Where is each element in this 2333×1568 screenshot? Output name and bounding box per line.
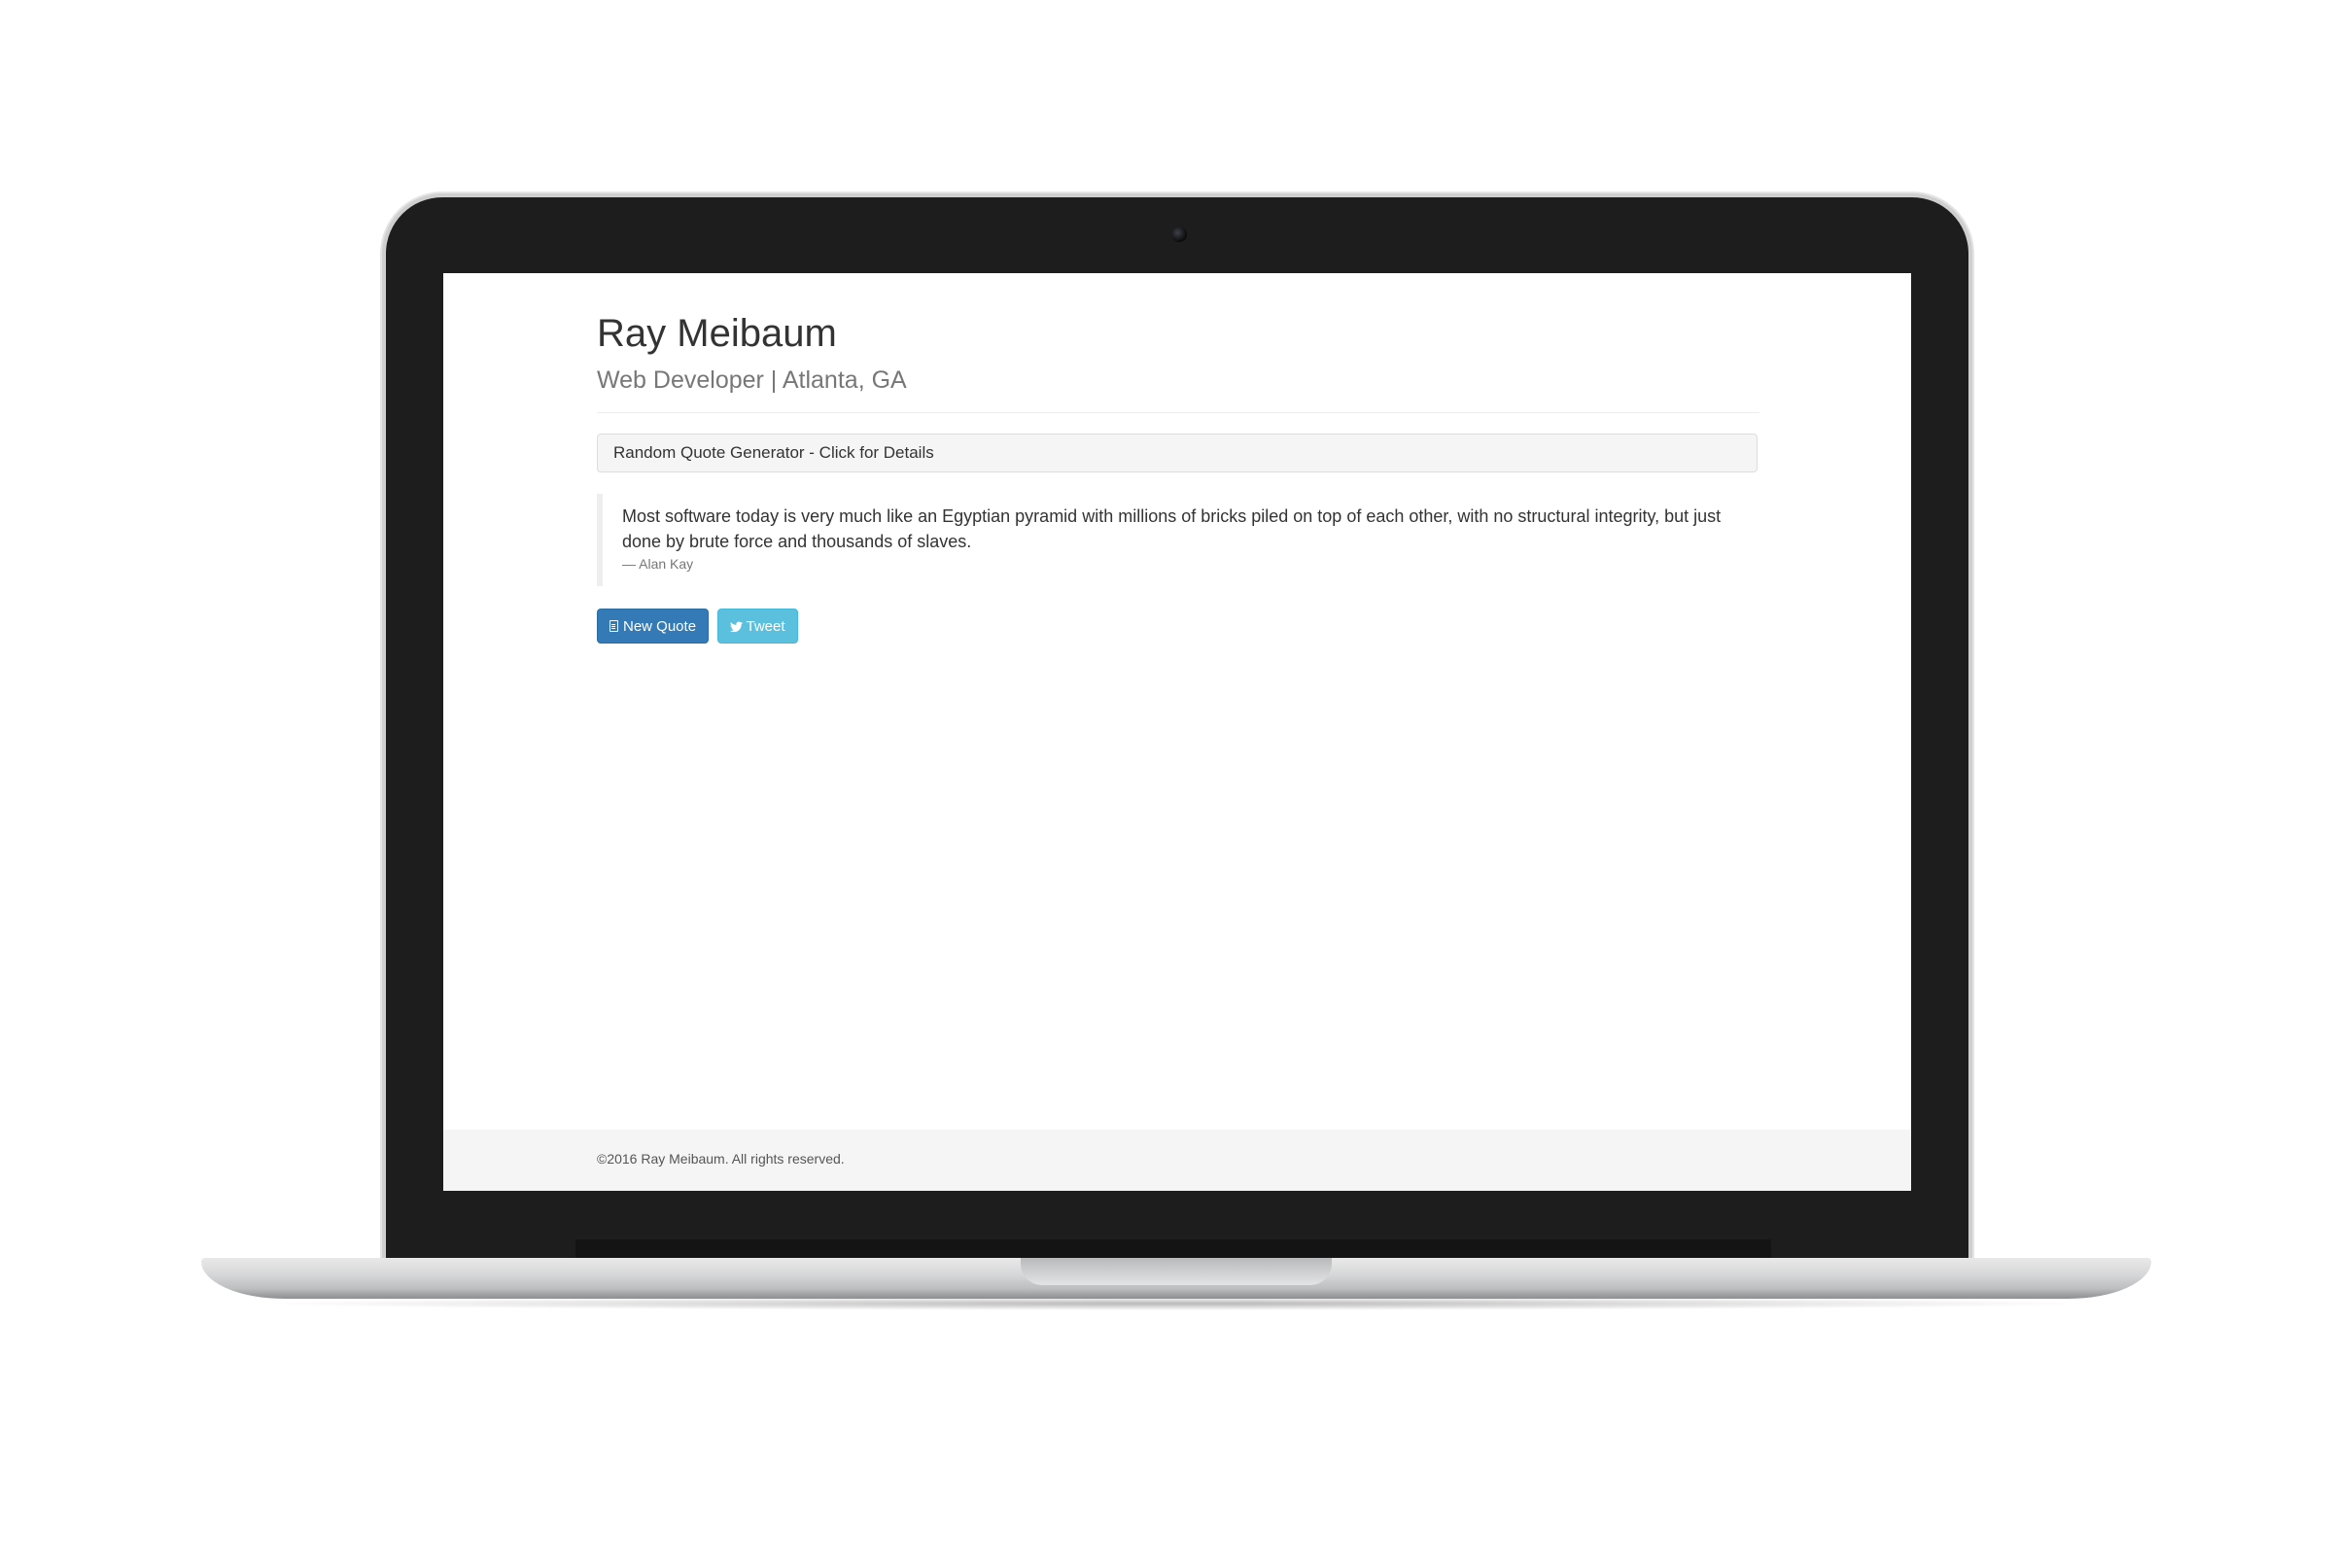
header-divider xyxy=(597,412,1759,413)
laptop-mockup: Ray Meibaum Web Developer | Atlanta, GA … xyxy=(0,0,2333,1568)
page-footer: ©2016 Ray Meibaum. All rights reserved. xyxy=(443,1130,1911,1191)
new-quote-label: New Quote xyxy=(623,618,697,635)
camera-icon xyxy=(1171,226,1187,242)
panel-heading-label: Random Quote Generator - Click for Detai… xyxy=(613,443,934,462)
laptop-notch xyxy=(1021,1258,1332,1285)
twitter-bird-icon xyxy=(729,610,743,645)
screen: Ray Meibaum Web Developer | Atlanta, GA … xyxy=(443,273,1911,1191)
new-quote-button[interactable]: New Quote xyxy=(597,609,710,644)
footer-copyright: ©2016 Ray Meibaum. All rights reserved. xyxy=(597,1151,845,1167)
tweet-label: Tweet xyxy=(746,618,785,635)
tweet-button[interactable]: Tweet xyxy=(716,609,798,645)
button-row: New Quote Tweet xyxy=(597,609,798,644)
page-subtitle: Web Developer | Atlanta, GA xyxy=(597,366,907,394)
quote-blockquote: Most software today is very much like an… xyxy=(597,494,1759,586)
page-title: Ray Meibaum xyxy=(597,312,837,355)
quote-author: — Alan Kay xyxy=(622,556,694,572)
laptop-hinge xyxy=(575,1239,1771,1259)
laptop-shadow xyxy=(253,1297,2100,1310)
panel-heading-toggle[interactable]: Random Quote Generator - Click for Detai… xyxy=(597,434,1758,472)
document-icon xyxy=(609,620,618,632)
quote-text: Most software today is very much like an… xyxy=(622,506,1722,551)
